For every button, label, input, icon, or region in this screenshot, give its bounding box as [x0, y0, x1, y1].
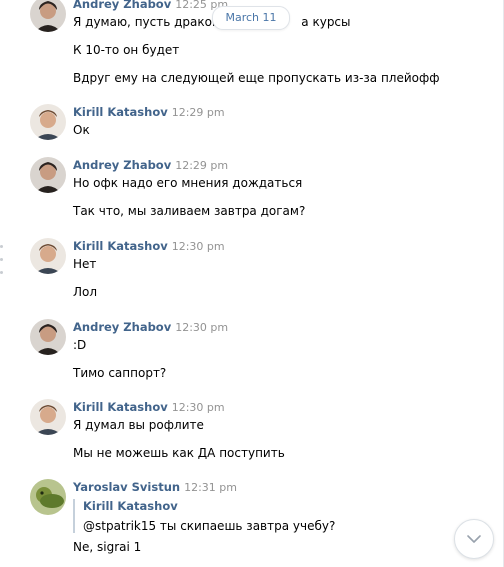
message-text: Тимо саппорт? — [73, 366, 167, 380]
author-name[interactable]: Kirill Katashov — [73, 400, 168, 414]
author-name[interactable]: Yaroslav Svistun — [73, 480, 180, 494]
message-header: Kirill Katashov 12:30 pm — [73, 238, 225, 253]
message-text: Мы не можешь как ДА поступить — [73, 446, 285, 460]
scroll-marker — [0, 258, 3, 261]
message-time[interactable]: 12:30 pm — [175, 321, 228, 334]
scroll-down-button[interactable] — [454, 519, 494, 559]
author-name[interactable]: Andrey Zhabov — [73, 158, 171, 172]
message-text-part: а курсы — [301, 15, 351, 29]
message-text: Лол — [73, 285, 98, 299]
avatar-andrey[interactable] — [30, 319, 66, 355]
message-text: Ne, sigrai 1 — [73, 540, 142, 554]
message-time[interactable]: 12:29 pm — [175, 159, 228, 172]
avatar-andrey[interactable] — [30, 0, 66, 32]
message-time[interactable]: 12:30 pm — [172, 401, 225, 414]
scroll-marker — [0, 245, 3, 248]
author-name[interactable]: Kirill Katashov — [73, 105, 168, 119]
message-text: Так что, мы заливаем завтра догам? — [73, 204, 306, 218]
author-name[interactable]: Andrey Zhabov — [73, 320, 171, 334]
message-header: Yaroslav Svistun 12:31 pm — [73, 479, 237, 494]
avatar-kirill[interactable] — [30, 238, 66, 274]
avatar-yaroslav[interactable] — [30, 479, 66, 515]
chevron-down-icon — [467, 535, 481, 543]
message-time[interactable]: 12:31 pm — [184, 481, 237, 494]
avatar-kirill[interactable] — [30, 399, 66, 435]
message-text: Но офк надо его мнения дождаться — [73, 176, 303, 190]
message-header: Andrey Zhabov 12:25 pm — [73, 0, 228, 11]
message-text: Я думал вы рофлите — [73, 418, 204, 432]
quoted-message[interactable]: Kirill Katashov @stpatrik15 ты скипаешь … — [73, 499, 335, 533]
quoted-author[interactable]: Kirill Katashov — [83, 499, 335, 513]
message-text: Нет — [73, 257, 97, 271]
author-name[interactable]: Andrey Zhabov — [73, 0, 171, 11]
quoted-text: @stpatrik15 ты скипаешь завтра учебу? — [83, 519, 336, 533]
message-header: Andrey Zhabov 12:30 pm — [73, 319, 228, 334]
message-text: Вдруг ему на следующей еще пропускать из… — [73, 71, 440, 85]
scroll-marker — [0, 271, 3, 274]
message-text-part: Я думаю, пусть дракон л — [73, 15, 232, 29]
message-text: :D — [73, 338, 87, 352]
message-text: Ок — [73, 123, 90, 137]
date-divider[interactable]: March 11 — [212, 6, 290, 30]
avatar-andrey[interactable] — [30, 157, 66, 193]
message-time[interactable]: 12:29 pm — [172, 106, 225, 119]
message-header: Kirill Katashov 12:29 pm — [73, 104, 225, 119]
message-time[interactable]: 12:30 pm — [172, 240, 225, 253]
message-header: Kirill Katashov 12:30 pm — [73, 399, 225, 414]
avatar-kirill[interactable] — [30, 104, 66, 140]
message-header: Andrey Zhabov 12:29 pm — [73, 157, 228, 172]
message-text: К 10-то он будет — [73, 43, 180, 57]
author-name[interactable]: Kirill Katashov — [73, 239, 168, 253]
